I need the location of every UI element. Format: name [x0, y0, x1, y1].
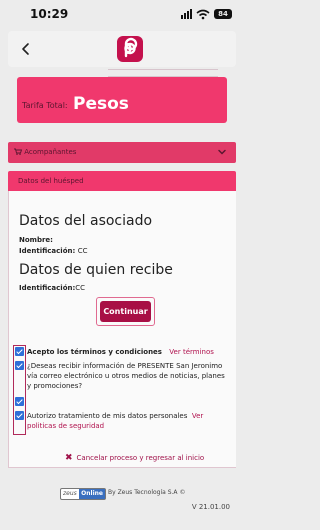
huesped-card: Datos del asociado Nombre: Identificació…: [8, 191, 236, 468]
terms-link[interactable]: Ver términos: [169, 348, 214, 356]
wifi-icon: [196, 9, 210, 19]
asociado-id-field: Identificación: CC: [19, 247, 88, 255]
tarifa-label: Tarifa Total:: [22, 101, 68, 110]
main-content[interactable]: Tarifa Total: Pesos Acompañantes Datos d…: [8, 67, 236, 473]
consent-marketing-text: ¿Deseas recibir información de PRESENTE …: [27, 362, 225, 390]
acompanantes-label: Acompañantes: [14, 148, 76, 156]
zeus-word: zeus: [63, 490, 77, 497]
battery-icon: 84: [214, 9, 232, 19]
asociado-title: Datos del asociado: [19, 213, 153, 229]
checkbox-checked-icon[interactable]: [15, 361, 24, 370]
consent-terms-text: Acepto los términos y condiciones: [27, 348, 162, 356]
app-logo-icon: [117, 36, 143, 62]
zeus-online-badge: Online: [79, 489, 105, 499]
asociado-id-label: Identificación:: [19, 247, 76, 255]
recibe-title: Datos de quien recibe: [19, 262, 173, 278]
huesped-header: Datos del huésped: [8, 171, 236, 191]
signal-icon: [181, 9, 192, 19]
cart-icon: [14, 148, 23, 155]
status-time: 10:29: [30, 7, 69, 21]
checkbox-checked-icon[interactable]: [15, 347, 24, 356]
cancel-button[interactable]: ✖ Cancelar proceso y regresar al inicio: [65, 453, 204, 463]
checkbox-checked-icon[interactable]: [15, 411, 24, 420]
tarifa-card: Tarifa Total: Pesos: [17, 77, 227, 123]
acompanantes-text: Acompañantes: [24, 148, 77, 156]
checkbox-checked-icon[interactable]: [15, 397, 24, 406]
nombre-label: Nombre:: [19, 236, 53, 244]
zeus-online-logo: zeus Online: [60, 488, 106, 500]
checkbox-highlight: [13, 345, 26, 435]
footer-credit: By Zeus Tecnología S.A ©: [108, 489, 186, 496]
footer: zeus Online By Zeus Tecnología S.A ©: [0, 484, 244, 502]
recibe-id-label: Identificación:: [19, 284, 76, 292]
cancel-label: Cancelar proceso y regresar al inicio: [76, 454, 205, 462]
app-header: [8, 31, 236, 67]
recibe-id-value: CC: [75, 284, 86, 292]
recibe-id-field: Identificación:CC: [19, 284, 85, 292]
status-bar: 10:29 84: [0, 0, 244, 30]
status-icons: 84: [181, 8, 232, 20]
back-arrow-icon: [22, 43, 29, 55]
acompanantes-toggle[interactable]: Acompañantes: [8, 142, 236, 163]
chevron-down-icon: [218, 149, 226, 155]
divider: [108, 69, 218, 77]
app-version: V 21.01.00: [191, 503, 230, 511]
consent-list: Acepto los términos y condiciones Ver té…: [13, 345, 233, 445]
close-x-icon: ✖: [65, 453, 73, 463]
continue-button-focus-ring: Continuar: [96, 297, 155, 326]
tarifa-value: Pesos: [73, 94, 129, 114]
continue-button[interactable]: Continuar: [100, 301, 151, 322]
nombre-field: Nombre:: [19, 236, 53, 244]
back-button[interactable]: [16, 38, 36, 60]
huesped-label: Datos del huésped: [18, 177, 84, 185]
asociado-id-value: CC: [77, 247, 88, 255]
consent-data-text: Autorizo tratamiento de mis datos person…: [27, 412, 188, 420]
